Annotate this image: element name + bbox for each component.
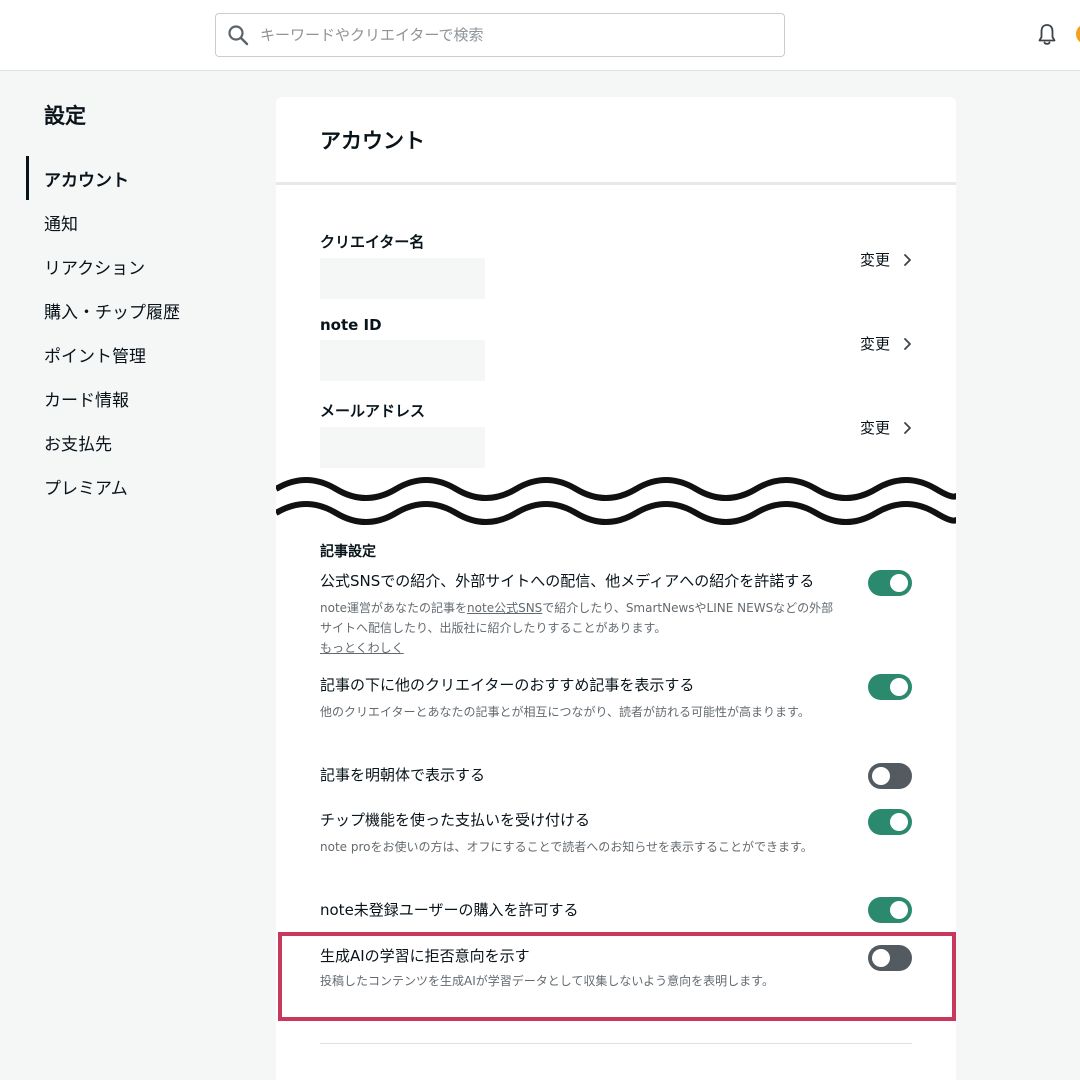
sidebar-item-premium[interactable]: プレミアム [26, 464, 246, 508]
setting-description: note運営があなたの記事をnote公式SNSで紹介したり、SmartNewsや… [320, 598, 840, 658]
toggle-knob [890, 678, 908, 696]
toggle-switch[interactable] [868, 763, 912, 789]
note-official-sns-link[interactable]: note公式SNS [467, 601, 542, 615]
creator-name-field: クリエイター名 変更 [320, 231, 912, 299]
setting-unregistered-purchase: note未登録ユーザーの購入を許可する [320, 897, 912, 923]
chevron-right-icon [904, 337, 911, 350]
search-icon [228, 25, 249, 46]
bell-icon[interactable] [1034, 22, 1060, 48]
creator-name-value [320, 258, 485, 299]
top-header [0, 0, 1080, 71]
change-note-id-button[interactable]: 変更 [860, 333, 912, 354]
setting-title: 記事を明朝体で表示する [320, 766, 486, 784]
toggle-knob [890, 901, 908, 919]
setting-description: 投稿したコンテンツを生成AIが学習データとして収集しないよう意向を表明します。 [320, 974, 774, 988]
toggle-switch[interactable] [868, 809, 912, 835]
search-input[interactable] [260, 15, 784, 55]
toggle-knob [872, 949, 890, 967]
divider [320, 1043, 912, 1044]
email-value [320, 427, 485, 468]
toggle-knob [890, 574, 908, 592]
desc-text: note運営があなたの記事を [320, 601, 468, 615]
change-label: 変更 [859, 335, 890, 353]
setting-description: note proをお使いの方は、オフにすることで読者へのお知らせを表示することが… [320, 840, 813, 854]
sidebar-item-account[interactable]: アカウント [26, 156, 246, 200]
settings-card: アカウント クリエイター名 変更 note ID 変更 メールアドレス 変更 記… [276, 97, 956, 1080]
field-label: note ID [320, 316, 382, 334]
setting-description: 他のクリエイターとあなたの記事とが相互につながり、読者が訪れる可能性が高まります… [320, 705, 810, 719]
setting-title: note未登録ユーザーの購入を許可する [320, 901, 579, 919]
chevron-right-icon [904, 253, 911, 266]
change-label: 変更 [859, 419, 890, 437]
setting-recommended-articles: 記事の下に他のクリエイターのおすすめ記事を表示する 他のクリエイターとあなたの記… [320, 674, 912, 722]
learn-more-link[interactable]: もっとくわしく [320, 638, 840, 658]
note-id-value [320, 340, 485, 381]
setting-mincho-font: 記事を明朝体で表示する [320, 763, 912, 789]
search-box[interactable] [215, 13, 785, 57]
change-email-button[interactable]: 変更 [860, 417, 912, 438]
section-heading: 記事設定 [320, 544, 376, 560]
page-title: アカウント [320, 129, 425, 153]
change-label: 変更 [859, 251, 890, 269]
field-label: メールアドレス [320, 402, 426, 420]
sidebar-title: 設定 [44, 104, 86, 128]
change-creator-name-button[interactable]: 変更 [860, 249, 912, 270]
toggle-knob [872, 767, 890, 785]
sidebar-nav: アカウント 通知 リアクション 購入・チップ履歴 ポイント管理 カード情報 お支… [26, 156, 246, 508]
sidebar-item-payout[interactable]: お支払先 [26, 420, 246, 464]
setting-sns-introduction: 公式SNSでの紹介、外部サイトへの配信、他メディアへの紹介を許諾する note運… [320, 570, 912, 658]
avatar[interactable] [1076, 24, 1080, 44]
email-field: メールアドレス 変更 [320, 400, 912, 468]
wavy-separator [276, 477, 956, 525]
setting-ai-learning-refusal: 生成AIの学習に拒否意向を示す 投稿したコンテンツを生成AIが学習データとして収… [320, 945, 912, 991]
sidebar-item-purchase-history[interactable]: 購入・チップ履歴 [26, 288, 246, 332]
toggle-knob [890, 813, 908, 831]
setting-title: 記事の下に他のクリエイターのおすすめ記事を表示する [320, 676, 695, 694]
setting-title: 公式SNSでの紹介、外部サイトへの配信、他メディアへの紹介を許諾する [320, 572, 815, 590]
note-id-field: note ID 変更 [320, 316, 912, 381]
field-label: クリエイター名 [320, 233, 425, 251]
divider [276, 182, 956, 185]
toggle-switch[interactable] [868, 945, 912, 971]
setting-title: チップ機能を使った支払いを受け付ける [320, 811, 591, 829]
toggle-switch[interactable] [868, 674, 912, 700]
setting-title: 生成AIの学習に拒否意向を示す [320, 947, 530, 965]
sidebar-item-reactions[interactable]: リアクション [26, 244, 246, 288]
chevron-right-icon [904, 421, 911, 434]
setting-tip-payments: チップ機能を使った支払いを受け付ける note proをお使いの方は、オフにする… [320, 809, 912, 857]
sidebar-item-card-info[interactable]: カード情報 [26, 376, 246, 420]
sidebar-item-points[interactable]: ポイント管理 [26, 332, 246, 376]
toggle-switch[interactable] [868, 570, 912, 596]
sidebar-item-notifications[interactable]: 通知 [26, 200, 246, 244]
toggle-switch[interactable] [868, 897, 912, 923]
